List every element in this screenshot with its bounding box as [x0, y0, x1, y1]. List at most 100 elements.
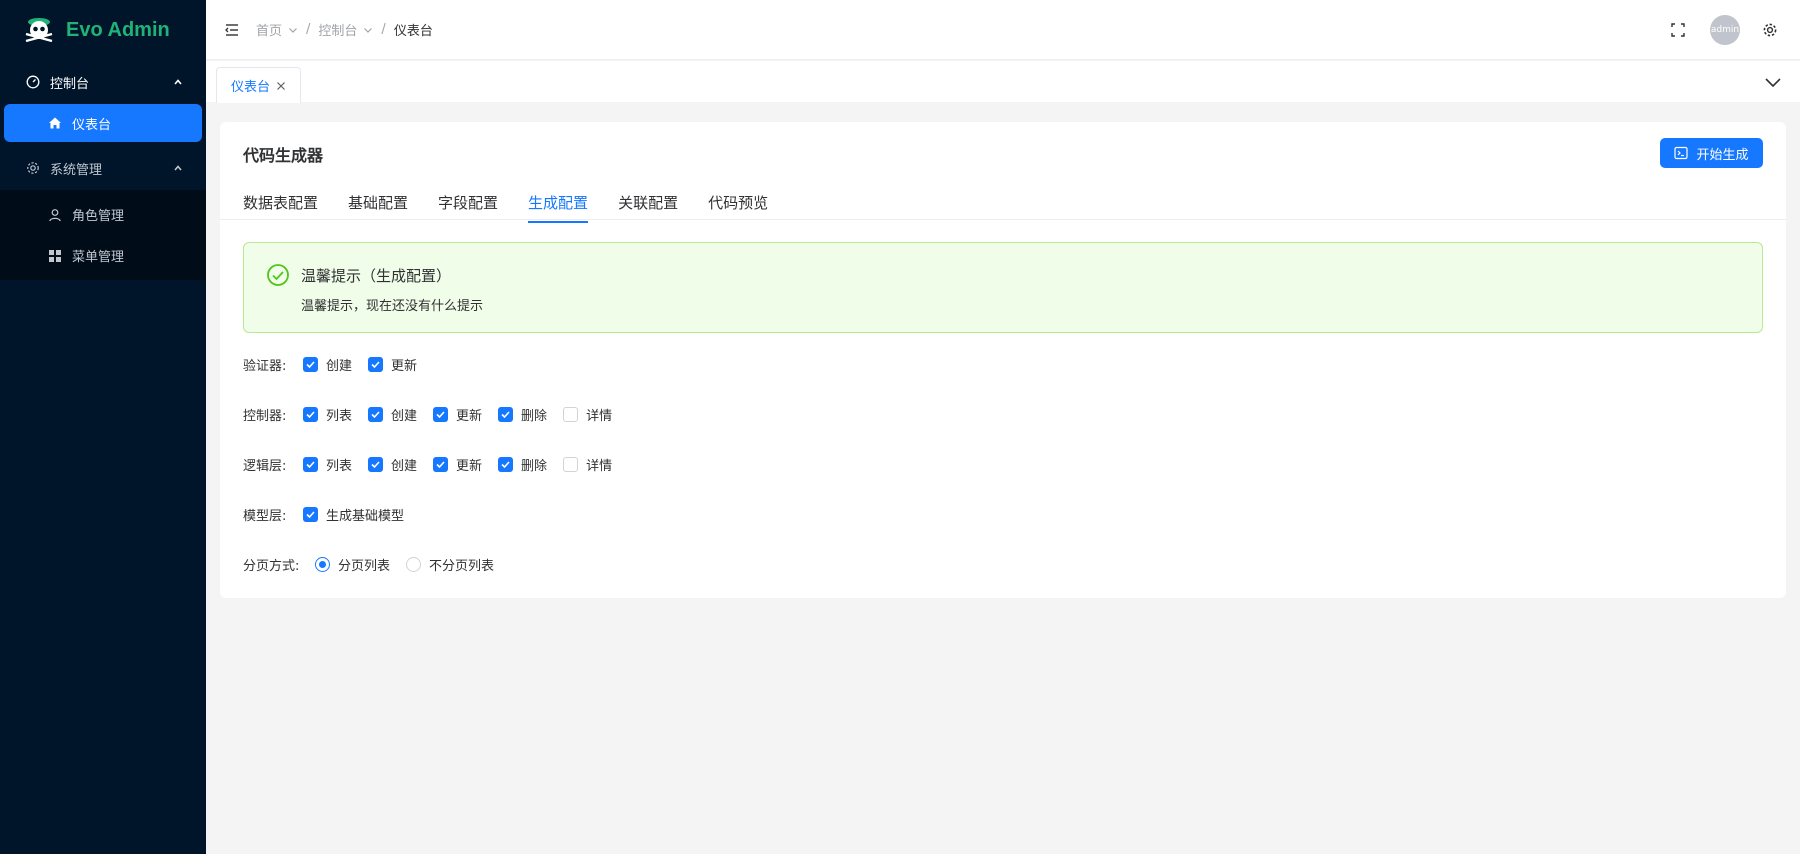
radio-label: 分页列表 — [338, 558, 391, 574]
tab-relation-config[interactable]: 关联配置 — [618, 182, 678, 222]
checkbox-label: 更新 — [391, 358, 418, 374]
checkbox-checked-icon — [368, 356, 384, 372]
tab-code-preview[interactable]: 代码预览 — [708, 182, 768, 222]
tabs-divider — [220, 219, 1786, 220]
sidebar-submenu-system: 角色管理 菜单管理 — [0, 190, 206, 280]
breadcrumb-current: 仪表台 — [393, 24, 433, 39]
form-row-paging: 分页方式: 分页列表 不分页列表 — [243, 554, 510, 574]
checkbox-label: 创建 — [326, 358, 353, 374]
chevron-up-icon — [172, 162, 184, 174]
chevron-down-icon — [363, 25, 373, 35]
page-tab-label: 仪表台 — [231, 80, 271, 95]
checkbox-checked-icon — [303, 356, 318, 372]
gear-icon — [26, 161, 40, 175]
checkbox-label: 创建 — [391, 458, 418, 474]
form-row-validator: 验证器: 创建 更新 — [243, 354, 433, 374]
skull-logo-icon — [22, 13, 56, 47]
chevron-up-icon — [172, 76, 184, 88]
radio-unselected-icon — [406, 556, 422, 572]
page-title: 代码生成器 — [243, 146, 324, 165]
checkbox-checked-icon — [303, 456, 318, 472]
form-row-model: 模型层: 生成基础模型 — [243, 504, 420, 524]
checkbox-logic-create[interactable]: 创建 — [368, 455, 417, 474]
checkbox-logic-detail[interactable]: 详情 — [563, 455, 612, 474]
tab-generate-config[interactable]: 生成配置 — [528, 182, 589, 223]
breadcrumb-separator: / — [306, 22, 311, 37]
start-generate-button[interactable]: 开始生成 — [1660, 138, 1763, 168]
check-circle-icon — [266, 263, 290, 287]
close-icon[interactable] — [276, 81, 286, 91]
sidebar-item-label: 角色管理 — [72, 209, 125, 224]
sidebar-item-roles[interactable]: 角色管理 — [0, 194, 206, 235]
radio-paged-list[interactable]: 分页列表 — [315, 555, 390, 574]
tab-table-config[interactable]: 数据表配置 — [243, 182, 318, 222]
sidebar-group-console[interactable]: 控制台 — [0, 60, 206, 104]
page-tabs-bar: 仪表台 — [206, 61, 1800, 103]
radio-unpaged-list[interactable]: 不分页列表 — [406, 555, 494, 574]
checkbox-checked-icon — [303, 506, 318, 522]
checkbox-checked-icon — [498, 456, 514, 472]
user-icon — [48, 208, 62, 222]
tab-basic-config[interactable]: 基础配置 — [348, 182, 408, 222]
config-tabs: 数据表配置 基础配置 字段配置 生成配置 关联配置 代码预览 — [243, 182, 1763, 223]
breadcrumb-home[interactable]: 首页 — [256, 20, 298, 39]
checkbox-controller-detail[interactable]: 详情 — [563, 405, 612, 424]
header-actions: admin — [1670, 0, 1778, 60]
checkbox-model-base[interactable]: 生成基础模型 — [303, 505, 404, 524]
checkbox-checked-icon — [368, 406, 384, 422]
home-icon — [48, 116, 62, 130]
sidebar-item-menus[interactable]: 菜单管理 — [0, 235, 206, 276]
breadcrumb-label: 首页 — [256, 24, 283, 39]
tab-field-config[interactable]: 字段配置 — [438, 182, 498, 222]
checkbox-controller-delete[interactable]: 删除 — [498, 405, 547, 424]
button-label: 开始生成 — [1696, 147, 1749, 163]
form-row-controller: 控制器: 列表 创建 更新 删除 详情 — [243, 404, 628, 424]
form-row-logic: 逻辑层: 列表 创建 更新 删除 详情 — [243, 454, 628, 474]
form-label: 验证器: — [243, 358, 287, 374]
checkbox-logic-delete[interactable]: 删除 — [498, 455, 547, 474]
checkbox-logic-list[interactable]: 列表 — [303, 455, 352, 474]
grid-icon — [48, 249, 62, 263]
success-alert: 温馨提示（生成配置） 温馨提示，现在还没有什么提示 — [243, 242, 1763, 333]
checkbox-controller-list[interactable]: 列表 — [303, 405, 352, 424]
form-label: 控制器: — [243, 408, 287, 424]
sidebar-item-dashboard[interactable]: 仪表台 — [4, 104, 202, 142]
avatar[interactable]: admin — [1710, 15, 1740, 45]
chevron-down-icon — [288, 25, 298, 35]
chevron-down-icon[interactable] — [1764, 73, 1782, 91]
fullscreen-icon[interactable] — [1670, 22, 1686, 38]
checkbox-label: 更新 — [456, 458, 483, 474]
logo[interactable]: Evo Admin — [0, 0, 206, 60]
breadcrumb-console[interactable]: 控制台 — [318, 20, 373, 39]
alert-title: 温馨提示（生成配置） — [301, 267, 452, 285]
app-name: Evo Admin — [66, 18, 170, 41]
checkbox-label: 详情 — [586, 408, 613, 424]
checkbox-label: 更新 — [456, 408, 483, 424]
menu-collapse-icon[interactable] — [224, 22, 240, 38]
checkbox-controller-create[interactable]: 创建 — [368, 405, 417, 424]
settings-gear-icon[interactable] — [1762, 22, 1778, 38]
radio-label: 不分页列表 — [429, 558, 495, 574]
form-label: 逻辑层: — [243, 458, 287, 474]
checkbox-label: 列表 — [326, 408, 353, 424]
sidebar-group-system[interactable]: 系统管理 — [0, 146, 206, 190]
sidebar-group-label: 控制台 — [50, 76, 90, 92]
checkbox-checked-icon — [433, 456, 449, 472]
terminal-icon — [1674, 146, 1689, 160]
checkbox-unchecked-icon — [563, 406, 579, 422]
checkbox-controller-update[interactable]: 更新 — [433, 405, 482, 424]
checkbox-checked-icon — [303, 406, 318, 422]
checkbox-logic-update[interactable]: 更新 — [433, 455, 482, 474]
sidebar: Evo Admin 控制台 仪表台 系统管理 角色管理 菜单管理 — [0, 0, 206, 854]
checkbox-label: 创建 — [391, 408, 418, 424]
checkbox-validator-update[interactable]: 更新 — [368, 355, 417, 374]
checkbox-label: 删除 — [521, 458, 548, 474]
page-tab-dashboard[interactable]: 仪表台 — [216, 67, 302, 103]
alert-description: 温馨提示，现在还没有什么提示 — [301, 299, 484, 314]
top-header: 首页 / 控制台 / 仪表台 admin — [206, 0, 1800, 60]
form-label: 分页方式: — [243, 558, 300, 574]
checkbox-unchecked-icon — [563, 456, 579, 472]
form-label: 模型层: — [243, 508, 287, 524]
breadcrumb-label: 控制台 — [318, 24, 358, 39]
checkbox-validator-create[interactable]: 创建 — [303, 355, 352, 374]
